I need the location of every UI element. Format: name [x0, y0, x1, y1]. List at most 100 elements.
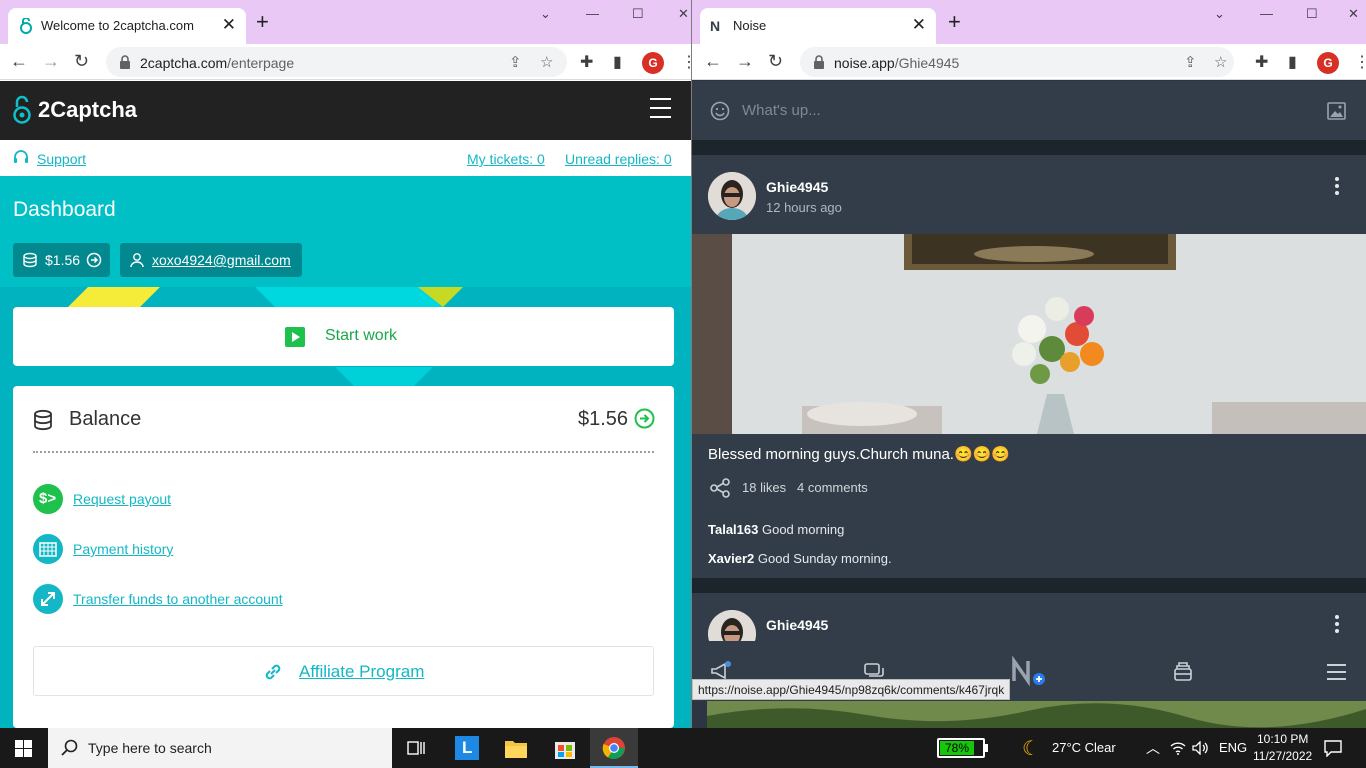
- weather-text[interactable]: 27°C Clear: [1052, 740, 1116, 755]
- comment-user[interactable]: Xavier2: [708, 551, 754, 566]
- maximize-icon[interactable]: ☐: [632, 6, 644, 22]
- weather-moon-icon[interactable]: ☾: [1022, 736, 1040, 761]
- transfer-funds-link[interactable]: Transfer funds to another account: [73, 591, 283, 607]
- post-author-name[interactable]: Ghie4945: [766, 617, 828, 633]
- coins-icon: [23, 252, 37, 268]
- bookmark-star-icon[interactable]: ☆: [540, 53, 553, 71]
- address-bar[interactable]: noise.app/Ghie4945 ⇪ ☆: [800, 47, 1234, 77]
- post-options-icon[interactable]: [1335, 177, 1339, 195]
- reload-icon[interactable]: ↻: [768, 49, 783, 73]
- side-panel-icon[interactable]: ▮: [1288, 52, 1297, 72]
- windows-start-icon[interactable]: [15, 740, 32, 757]
- coins-stack-icon: [34, 409, 52, 431]
- post-photo[interactable]: [692, 234, 1366, 434]
- brand-name[interactable]: 2Captcha: [38, 97, 137, 123]
- taskbar-search-placeholder: Type here to search: [88, 740, 212, 756]
- notifications-icon[interactable]: [1324, 740, 1342, 757]
- account-email: xoxo4924@gmail.com: [152, 252, 291, 268]
- affiliate-program-button[interactable]: Affiliate Program: [33, 646, 654, 696]
- comment-user[interactable]: Talal163: [708, 522, 758, 537]
- support-link[interactable]: Support: [37, 151, 86, 167]
- minimize-icon[interactable]: —: [586, 6, 599, 21]
- comment-text: Good Sunday morning.: [757, 551, 892, 566]
- tab-title: Noise: [733, 18, 767, 33]
- tray-overflow-icon[interactable]: ︿: [1146, 738, 1160, 758]
- microsoft-store-icon[interactable]: [553, 736, 577, 760]
- task-view-icon[interactable]: [407, 739, 426, 757]
- post-author-name[interactable]: Ghie4945: [766, 179, 828, 195]
- share-icon[interactable]: [709, 478, 731, 498]
- extensions-icon[interactable]: ✚: [1255, 52, 1268, 72]
- post-text: Blessed morning guys.Church muna.😊😊😊: [708, 446, 1010, 463]
- post-card: Ghie4945 12 hours ago Blessed morning gu…: [692, 155, 1366, 578]
- share-icon[interactable]: ⇪: [1184, 53, 1197, 71]
- side-panel-icon[interactable]: ▮: [613, 52, 622, 72]
- battery-cap: [985, 744, 988, 752]
- close-window-icon[interactable]: ✕: [1348, 6, 1359, 22]
- clock-time[interactable]: 10:10 PM: [1257, 732, 1308, 746]
- tab-noise[interactable]: N Noise ✕: [700, 8, 936, 44]
- hamburger-menu-icon[interactable]: [650, 98, 671, 118]
- unread-replies-link[interactable]: Unread replies: 0: [565, 151, 672, 167]
- address-bar[interactable]: 2captcha.com/enterpage ⇪ ☆: [106, 47, 567, 77]
- share-icon[interactable]: ⇪: [509, 53, 522, 71]
- account-email-pill[interactable]: xoxo4924@gmail.com: [120, 243, 302, 277]
- request-payout-link[interactable]: Request payout: [73, 491, 171, 507]
- compose-input[interactable]: What's up...: [742, 102, 821, 119]
- headset-icon: [14, 150, 28, 163]
- browser-window-2captcha: Welcome to 2captcha.com ✕ + ⌄ — ☐ ✕ ← → …: [0, 0, 691, 728]
- transfer-arrows-icon: [33, 584, 63, 614]
- hamburger-menu-icon[interactable]: [1327, 664, 1346, 680]
- extensions-icon[interactable]: ✚: [580, 52, 593, 72]
- comments-count[interactable]: 4 comments: [797, 480, 868, 495]
- tab-search-icon[interactable]: ⌄: [540, 6, 551, 22]
- comment-text: Good morning: [761, 522, 845, 537]
- balance-arrow-icon[interactable]: [634, 408, 655, 429]
- browser-menu-icon[interactable]: ⋮: [1354, 52, 1366, 72]
- back-icon[interactable]: ←: [10, 49, 28, 73]
- profile-avatar[interactable]: G: [1317, 52, 1339, 74]
- tab-search-icon[interactable]: ⌄: [1214, 6, 1225, 22]
- post-author-avatar[interactable]: [708, 172, 756, 220]
- file-explorer-icon[interactable]: [504, 737, 528, 759]
- new-tab-icon[interactable]: +: [948, 11, 961, 33]
- forward-icon[interactable]: →: [736, 49, 754, 73]
- back-icon[interactable]: ←: [704, 49, 722, 73]
- tab-2captcha[interactable]: Welcome to 2captcha.com ✕: [8, 8, 246, 44]
- tab-close-icon[interactable]: ✕: [912, 16, 926, 34]
- tab-close-icon[interactable]: ✕: [222, 16, 236, 34]
- link-chain-icon: [265, 664, 281, 680]
- megaphone-icon[interactable]: [710, 661, 732, 681]
- noise-logo-icon[interactable]: [1012, 655, 1046, 687]
- new-tab-icon[interactable]: +: [256, 11, 269, 33]
- bookmark-star-icon[interactable]: ☆: [1214, 53, 1227, 71]
- close-window-icon[interactable]: ✕: [678, 6, 689, 22]
- post-timestamp[interactable]: 12 hours ago: [766, 200, 842, 215]
- language-indicator[interactable]: ENG: [1219, 740, 1247, 755]
- volume-icon[interactable]: [1192, 741, 1208, 755]
- start-work-label: Start work: [325, 327, 398, 344]
- browser-menu-icon[interactable]: ⋮: [681, 52, 691, 72]
- profile-avatar[interactable]: G: [642, 52, 664, 74]
- balance-title: Balance: [69, 408, 142, 430]
- reload-icon[interactable]: ↻: [74, 49, 89, 73]
- forward-icon[interactable]: →: [42, 49, 60, 73]
- minimize-icon[interactable]: —: [1260, 6, 1273, 21]
- stack-icon[interactable]: [1172, 660, 1194, 682]
- clock-date[interactable]: 11/27/2022: [1253, 749, 1312, 763]
- payment-history-link[interactable]: Payment history: [73, 541, 173, 557]
- battery-indicator[interactable]: 78%: [937, 738, 985, 758]
- balance-pill[interactable]: $1.56: [13, 243, 110, 277]
- likes-count[interactable]: 18 likes: [742, 480, 786, 495]
- maximize-icon[interactable]: ☐: [1306, 6, 1318, 22]
- post-options-icon[interactable]: [1335, 615, 1339, 633]
- smiley-icon[interactable]: [710, 101, 730, 121]
- post-card: Ghie4945: [692, 593, 1366, 658]
- start-work-button[interactable]: Start work: [13, 307, 674, 366]
- my-tickets-link[interactable]: My tickets: 0: [467, 151, 545, 167]
- chrome-taskbar-button[interactable]: [590, 728, 638, 768]
- l-app-icon[interactable]: L: [455, 736, 479, 760]
- wifi-icon[interactable]: [1170, 741, 1186, 755]
- image-upload-icon[interactable]: [1327, 102, 1346, 120]
- taskbar-search-box[interactable]: Type here to search: [48, 728, 392, 768]
